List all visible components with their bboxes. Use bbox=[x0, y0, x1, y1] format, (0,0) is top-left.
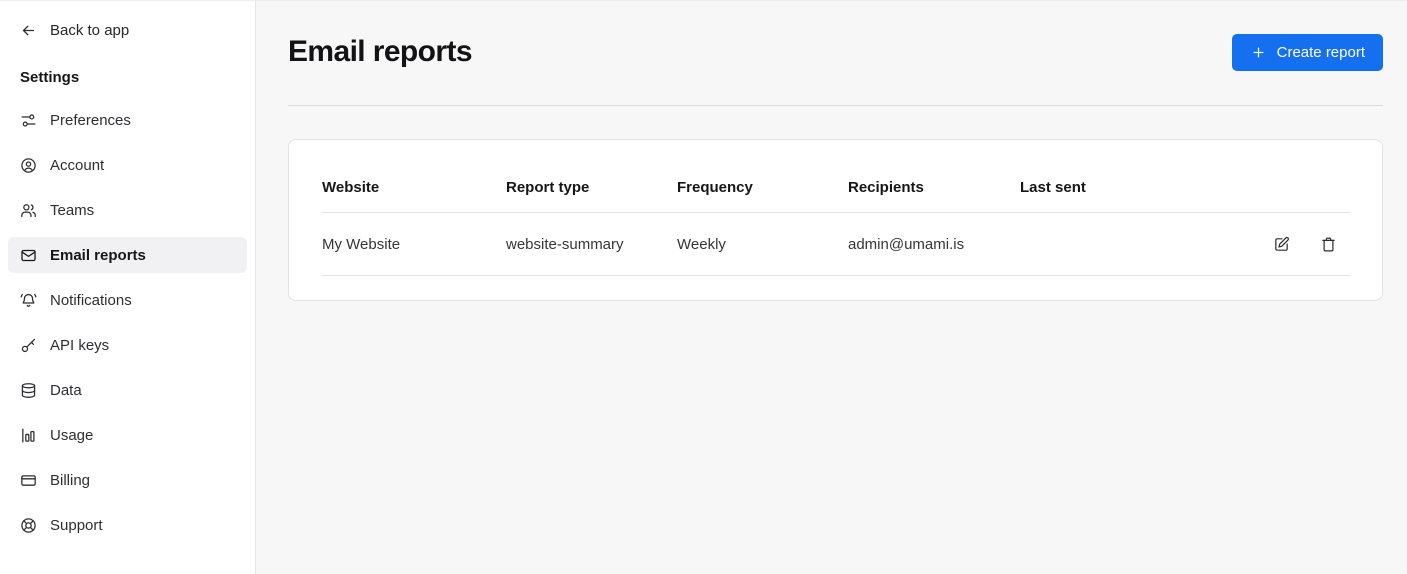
sidebar-item-notifications[interactable]: Notifications bbox=[8, 282, 247, 318]
sliders-icon bbox=[20, 112, 37, 129]
sidebar-item-support[interactable]: Support bbox=[8, 507, 247, 543]
sidebar-item-label: Billing bbox=[50, 472, 90, 489]
column-header-report-type: Report type bbox=[506, 146, 677, 213]
reports-table: Website Report type Frequency Recipients… bbox=[322, 146, 1350, 276]
column-header-last-sent: Last sent bbox=[1020, 146, 1254, 213]
cell-recipients: admin@umami.is bbox=[848, 213, 1020, 276]
edit-icon bbox=[1273, 236, 1290, 253]
life-buoy-icon bbox=[20, 517, 37, 534]
header-divider bbox=[288, 105, 1383, 106]
delete-report-button[interactable] bbox=[1314, 230, 1342, 258]
table-header-row: Website Report type Frequency Recipients… bbox=[322, 146, 1350, 213]
sidebar-item-data[interactable]: Data bbox=[8, 372, 247, 408]
table-row: My Website website-summary Weekly admin@… bbox=[322, 213, 1350, 276]
delete-icon bbox=[1320, 236, 1337, 253]
sidebar-heading: Settings bbox=[20, 69, 235, 86]
cell-last-sent bbox=[1020, 213, 1254, 276]
envelope-icon bbox=[20, 247, 37, 264]
sidebar-item-teams[interactable]: Teams bbox=[8, 192, 247, 228]
create-report-button[interactable]: Create report bbox=[1232, 34, 1383, 71]
main-content: Email reports Create report Website Repo… bbox=[256, 1, 1407, 574]
plus-icon bbox=[1250, 44, 1267, 61]
sidebar-item-preferences[interactable]: Preferences bbox=[8, 102, 247, 138]
reports-card: Website Report type Frequency Recipients… bbox=[288, 139, 1383, 301]
page-title: Email reports bbox=[288, 35, 472, 69]
sidebar-item-account[interactable]: Account bbox=[8, 147, 247, 183]
user-circle-icon bbox=[20, 157, 37, 174]
sidebar-item-label: Preferences bbox=[50, 112, 131, 129]
cell-report-type: website-summary bbox=[506, 213, 677, 276]
column-header-website: Website bbox=[322, 146, 506, 213]
sidebar-item-label: API keys bbox=[50, 337, 109, 354]
database-icon bbox=[20, 382, 37, 399]
column-header-frequency: Frequency bbox=[677, 146, 848, 213]
edit-report-button[interactable] bbox=[1268, 230, 1296, 258]
users-icon bbox=[20, 202, 37, 219]
arrow-left-icon bbox=[20, 22, 37, 39]
sidebar-item-label: Notifications bbox=[50, 292, 132, 309]
credit-card-icon bbox=[20, 472, 37, 489]
key-icon bbox=[20, 337, 37, 354]
column-header-recipients: Recipients bbox=[848, 146, 1020, 213]
sidebar-item-email-reports[interactable]: Email reports bbox=[8, 237, 247, 273]
page-header: Email reports Create report bbox=[288, 25, 1383, 79]
bell-icon bbox=[20, 292, 37, 309]
cell-actions bbox=[1254, 213, 1350, 276]
bar-chart-icon bbox=[20, 427, 37, 444]
sidebar-item-billing[interactable]: Billing bbox=[8, 462, 247, 498]
settings-sidebar: Back to app Settings Preferences Account bbox=[0, 1, 256, 574]
cell-frequency: Weekly bbox=[677, 213, 848, 276]
sidebar-item-label: Email reports bbox=[50, 247, 146, 264]
sidebar-item-label: Data bbox=[50, 382, 82, 399]
sidebar-item-api-keys[interactable]: API keys bbox=[8, 327, 247, 363]
sidebar-item-label: Usage bbox=[50, 427, 93, 444]
back-to-app-label: Back to app bbox=[50, 22, 129, 39]
settings-page: Back to app Settings Preferences Account bbox=[0, 0, 1407, 574]
sidebar-item-label: Account bbox=[50, 157, 104, 174]
sidebar-item-usage[interactable]: Usage bbox=[8, 417, 247, 453]
sidebar-item-label: Support bbox=[50, 517, 103, 534]
sidebar-item-label: Teams bbox=[50, 202, 94, 219]
create-report-button-label: Create report bbox=[1277, 44, 1365, 61]
sidebar-nav: Preferences Account Teams Email reports bbox=[8, 102, 247, 543]
back-to-app-link[interactable]: Back to app bbox=[8, 12, 247, 48]
cell-website: My Website bbox=[322, 213, 506, 276]
column-header-actions bbox=[1254, 146, 1350, 213]
